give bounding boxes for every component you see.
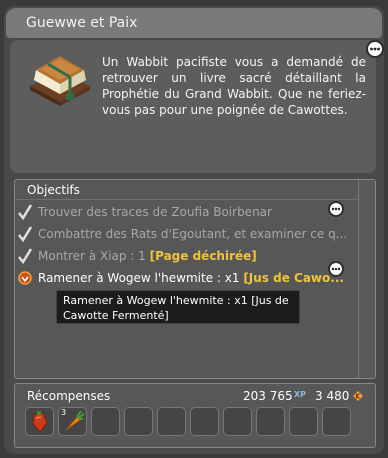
rewards-label: Récompenses [27,389,111,403]
objective-text: Montrer à Xiap : 1 [38,249,150,263]
reward-slot[interactable] [25,407,54,436]
objectives-header: Objectifs [15,180,375,200]
xp-unit: XP [294,390,307,399]
chat-bubble-icon[interactable] [328,261,344,277]
reward-slot-empty[interactable] [190,407,219,436]
objectives-panel: Objectifs Trouver des traces de Zoufia B… [14,179,376,379]
reward-slot-empty[interactable] [289,407,318,436]
objective-item[interactable]: Montrer à Xiap : 1 [Page déchirée] [15,245,359,267]
checkmark-icon [18,248,32,264]
objective-item[interactable]: Trouver des traces de Zoufia Boirbenar [15,201,359,223]
quest-description-box: Un Wabbit pacifiste vous a demandé de re… [10,40,376,173]
objective-text: Trouver des traces de Zoufia Boirbenar [38,205,272,219]
objective-item-link[interactable]: [Page déchirée] [150,249,257,263]
checkmark-icon [18,204,32,220]
reward-count: 3 [61,408,67,417]
kamas-value: 3 480 [315,389,350,403]
reward-slot[interactable]: 3 [58,407,87,436]
quest-title: Guewwe et Paix [6,8,382,38]
reward-slot-empty[interactable] [157,407,186,436]
reward-slot-empty[interactable] [223,407,252,436]
reward-slot-empty[interactable] [256,407,285,436]
objectives-scrollbar[interactable] [358,180,375,378]
chat-bubble-icon[interactable] [328,201,344,217]
red-pepper-icon [32,411,48,433]
active-objective-icon [18,271,32,285]
reward-slot-empty[interactable] [91,407,120,436]
book-icon [30,56,90,106]
xp-value: 203 765 [243,389,293,403]
objective-text: Combattre des Rats d'Egoutant, et examin… [38,227,348,241]
objective-tooltip: Ramener à Wogew l'hewmite : x1 [Jus de C… [56,290,300,324]
quest-description-text: Un Wabbit pacifiste vous a demandé de re… [102,55,366,117]
checkmark-icon [18,226,32,242]
objective-text: Ramener à Wogew l'hewmite : x1 [38,271,244,285]
kama-icon [353,391,363,401]
objective-item[interactable]: Combattre des Rats d'Egoutant, et examin… [15,223,359,245]
chat-bubble-icon[interactable] [366,40,384,58]
rewards-panel: Récompenses 203 765 XP 3 480 3 [14,383,376,448]
reward-slot-empty[interactable] [124,407,153,436]
reward-slot-empty[interactable] [322,407,351,436]
objective-item-active[interactable]: Ramener à Wogew l'hewmite : x1 [Jus de C… [15,267,359,289]
